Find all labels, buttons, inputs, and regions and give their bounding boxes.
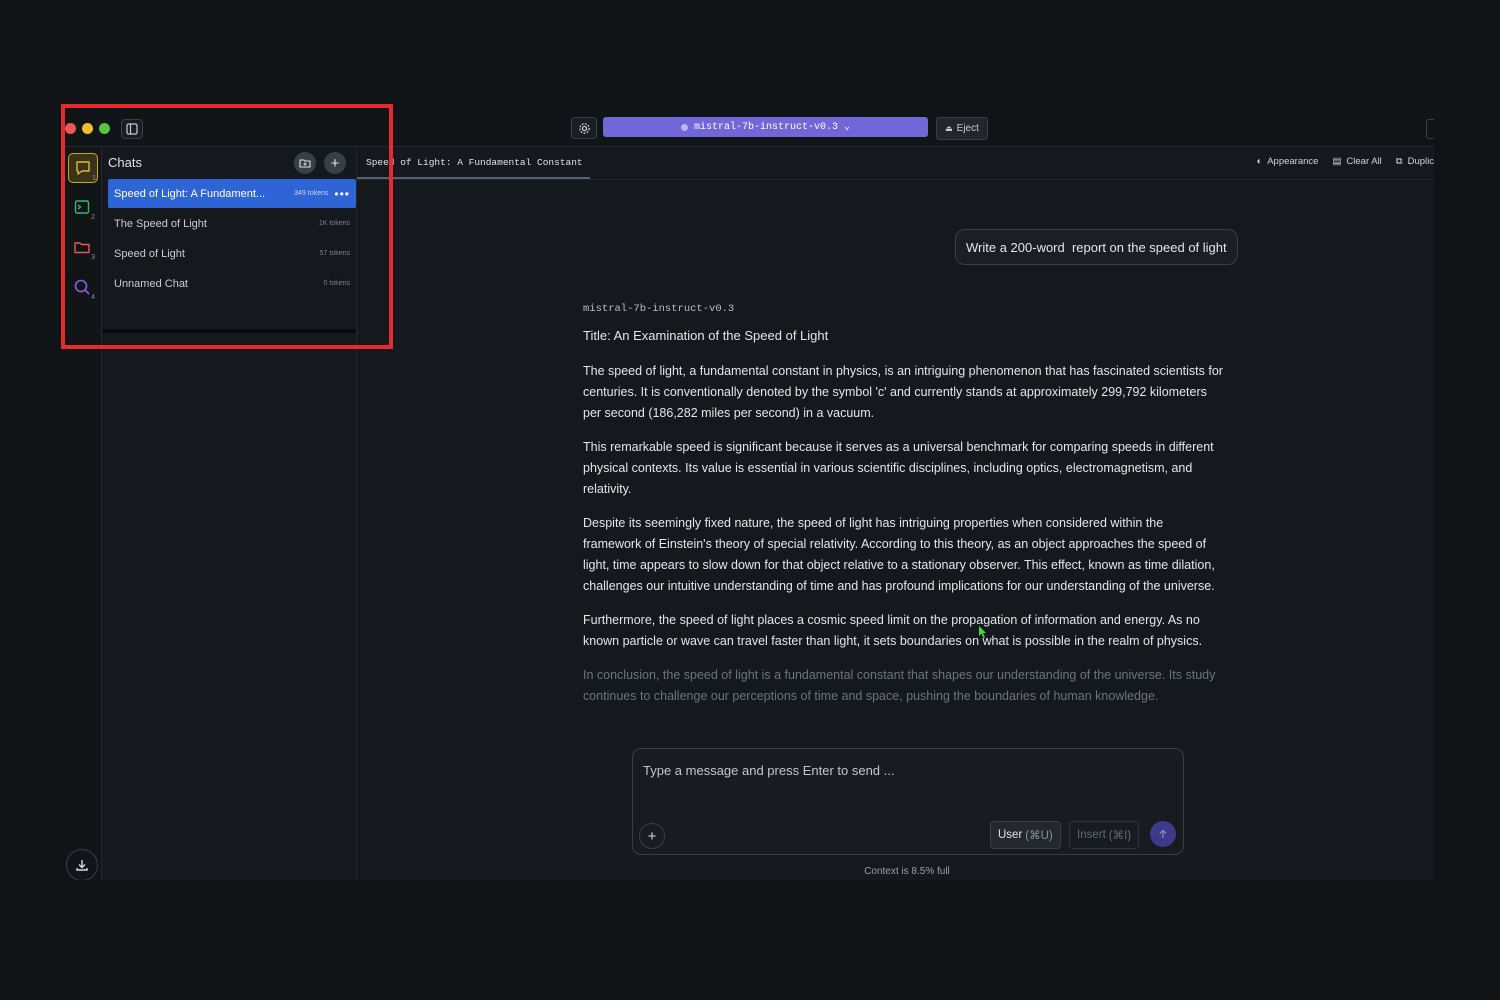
settings-button[interactable] [571, 117, 597, 139]
gear-icon [578, 122, 590, 134]
insert-hotkey: (⌘I) [1108, 830, 1132, 842]
arrow-up-icon [1159, 829, 1167, 838]
chat-main: Speed of Light: A Fundamental Constant ◐… [357, 147, 1434, 880]
model-selector[interactable]: mistral-7b-instruct-v0.3 ⌄ [603, 117, 928, 137]
eject-label: Eject [956, 123, 979, 134]
mouse-cursor-icon [979, 625, 987, 643]
download-button[interactable] [66, 849, 98, 880]
highlight-annotation-box [61, 104, 393, 349]
clear-icon: ▤ [1332, 156, 1342, 167]
user-role-label: User [998, 829, 1023, 841]
context-usage: Context is 8.5% full [864, 866, 950, 877]
palette-icon: ◐ [1256, 156, 1263, 167]
duplicate-label: Duplic [1407, 156, 1434, 167]
chevron-down-icon: ⌄ [844, 122, 851, 133]
send-button[interactable] [1150, 821, 1176, 847]
appearance-button[interactable]: ◐ Appearance [1256, 156, 1318, 167]
assistant-model-name: mistral-7b-instruct-v0.3 [583, 303, 735, 315]
model-selector-label: mistral-7b-instruct-v0.3 [693, 121, 838, 133]
tab-divider [357, 179, 1434, 180]
right-panel-toggle-button[interactable] [1426, 119, 1434, 139]
insert-button[interactable]: Insert (⌘I) [1069, 821, 1140, 849]
user-role-button[interactable]: User (⌘U) [990, 821, 1061, 849]
clear-all-button[interactable]: ▤ Clear All [1332, 156, 1381, 167]
assistant-paragraph: Furthermore, the speed of light places a… [583, 613, 1203, 648]
clear-all-label: Clear All [1346, 156, 1382, 167]
model-status-icon [680, 123, 688, 131]
message-composer[interactable]: Type a message and press Enter to send .… [632, 748, 1184, 855]
download-icon [76, 860, 88, 871]
duplicate-button[interactable]: ⧉ Duplic [1396, 156, 1434, 167]
eject-icon: ⏏ [945, 124, 953, 133]
appearance-label: Appearance [1267, 156, 1319, 167]
duplicate-icon: ⧉ [1395, 156, 1403, 167]
chat-actions: ◐ Appearance ▤ Clear All ⧉ Duplic [1256, 156, 1434, 167]
assistant-paragraph: The speed of light, a fundamental consta… [583, 364, 1223, 420]
user-role-hotkey: (⌘U) [1025, 830, 1053, 842]
assistant-paragraph: Despite its seemingly fixed nature, the … [583, 516, 1215, 593]
assistant-paragraph: In conclusion, the speed of light is a f… [583, 668, 1216, 703]
assistant-message: mistral-7b-instruct-v0.3 Title: An Exami… [583, 303, 1223, 720]
insert-label: Insert [1077, 829, 1106, 841]
assistant-title: Title: An Examination of the Speed of Li… [583, 328, 829, 343]
eject-button[interactable]: ⏏ Eject [936, 117, 988, 140]
user-message: Write a 200-word report on the speed of … [955, 229, 1238, 265]
message-input[interactable]: Type a message and press Enter to send .… [643, 763, 894, 778]
plus-icon: + [647, 827, 657, 845]
attach-button[interactable]: + [639, 823, 665, 849]
assistant-paragraph: This remarkable speed is significant bec… [583, 440, 1214, 496]
